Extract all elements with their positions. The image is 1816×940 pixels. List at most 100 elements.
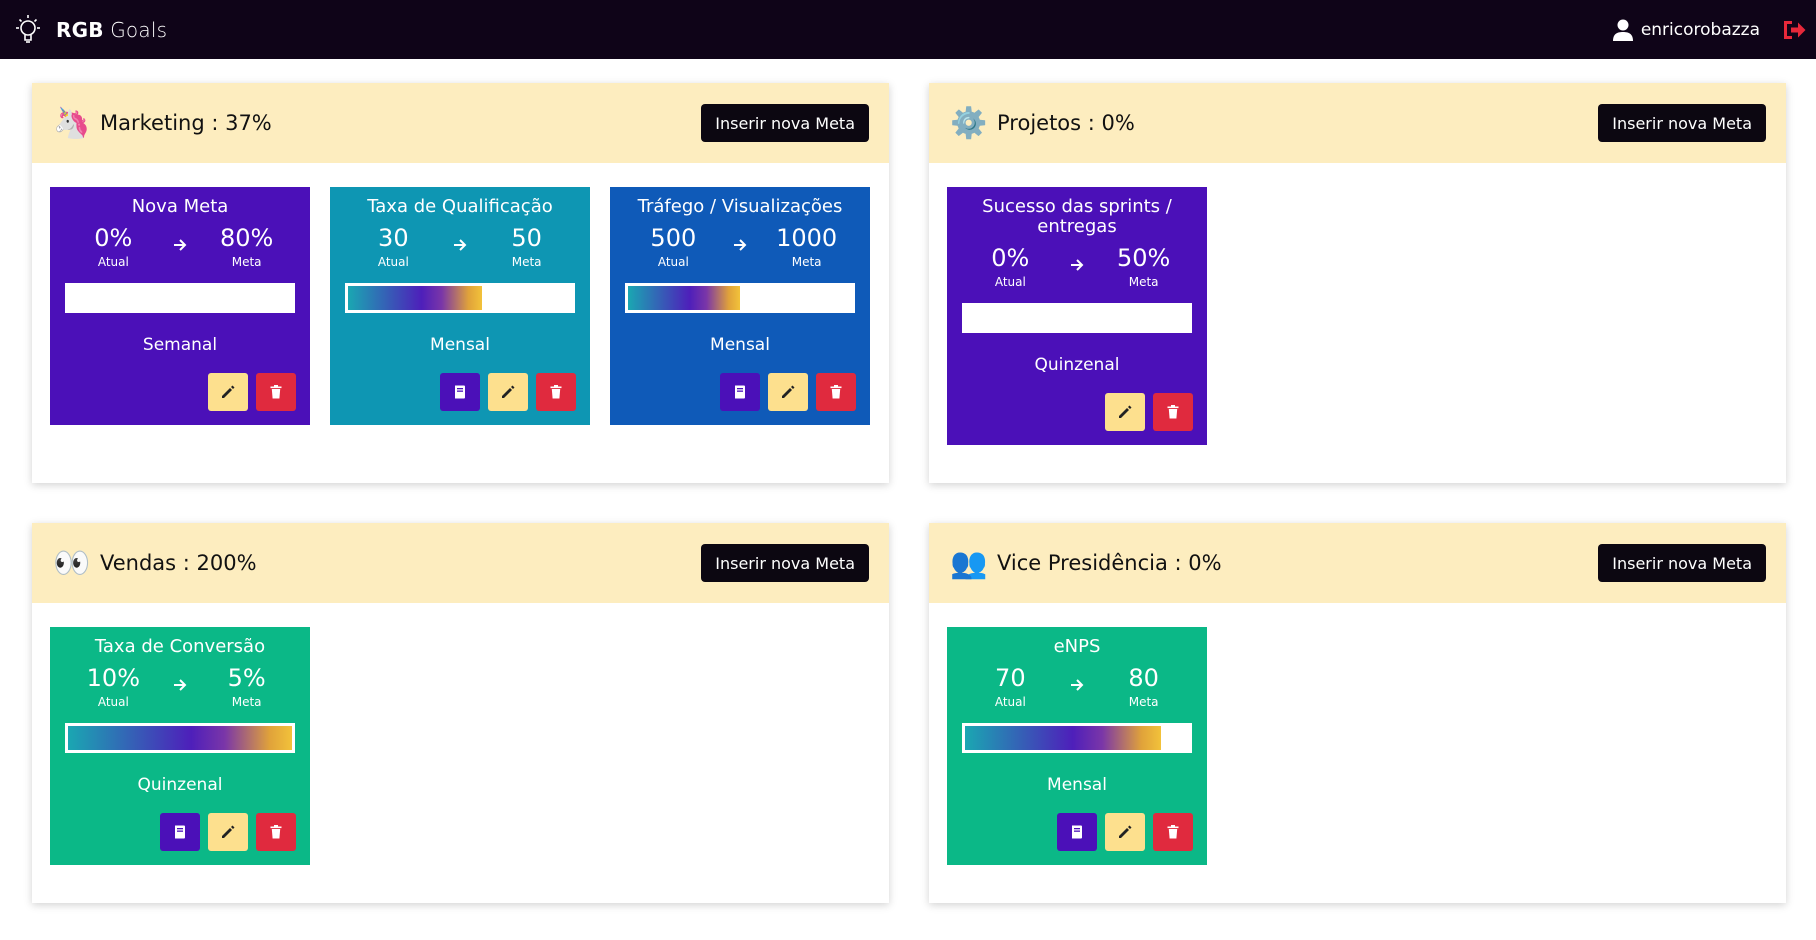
progress-bar (345, 283, 575, 313)
goal-actions (64, 373, 296, 411)
delete-button[interactable] (1153, 393, 1193, 431)
arrow-right-icon (732, 234, 748, 258)
pencil-icon (500, 384, 516, 400)
brand[interactable]: RGB Goals (10, 12, 167, 48)
eyes-icon: 👀 (53, 545, 91, 581)
goal-title: eNPS (1053, 636, 1101, 657)
goal-actions (961, 393, 1193, 431)
pencil-icon (220, 384, 236, 400)
edit-button[interactable] (1105, 813, 1145, 851)
progress-bar-fill (348, 286, 483, 310)
pencil-icon (1117, 404, 1133, 420)
goal-values: 30 Atual 50 Meta (344, 223, 576, 269)
goal-title: Taxa de Conversão (94, 636, 266, 657)
target-label: Meta (511, 255, 542, 269)
current-label: Atual (994, 275, 1026, 289)
username[interactable]: enricorobazza (1641, 20, 1760, 40)
current-value-group: 30 Atual (353, 223, 433, 269)
target-label: Meta (231, 255, 262, 269)
goal-title: Tráfego / Visualizações (637, 196, 843, 217)
arrow-right-icon (172, 234, 188, 258)
current-value-group: 500 Atual (633, 223, 713, 269)
edit-button[interactable] (1105, 393, 1145, 431)
goal-card: Nova Meta 0% Atual 80% Meta Semanal (50, 187, 310, 425)
goal-title: Nova Meta (131, 196, 229, 217)
progress-bar (65, 723, 295, 753)
edit-button[interactable] (208, 373, 248, 411)
progress-bar-fill (628, 286, 740, 310)
trash-icon (548, 384, 564, 400)
current-value: 0% (991, 244, 1030, 272)
current-label: Atual (97, 255, 129, 269)
pencil-icon (220, 824, 236, 840)
edit-button[interactable] (488, 373, 528, 411)
delete-button[interactable] (536, 373, 576, 411)
brand-name: RGB Goals (56, 17, 168, 42)
panel-title-text: Projetos : 0% (997, 111, 1135, 135)
goal-values: 0% Atual 50% Meta (961, 243, 1193, 289)
goal-card: Taxa de Conversão 10% Atual 5% Meta Quinzenal (50, 627, 310, 865)
target-value-group: 80 Meta (1104, 663, 1184, 709)
progress-bar (625, 283, 855, 313)
details-button[interactable] (160, 813, 200, 851)
panel-title-text: Marketing : 37% (100, 111, 272, 135)
current-label: Atual (657, 255, 689, 269)
panel-projetos: ⚙️ Projetos : 0% Inserir nova Meta Suces… (929, 83, 1786, 483)
delete-button[interactable] (1153, 813, 1193, 851)
panel-title-text: Vice Presidência : 0% (997, 551, 1222, 575)
target-value: 5% (227, 664, 266, 692)
target-label: Meta (791, 255, 822, 269)
current-value-group: 0% Atual (970, 243, 1050, 289)
book-icon (172, 824, 188, 840)
panel-title: 👀 Vendas : 200% (52, 543, 257, 583)
current-value-group: 10% Atual (73, 663, 153, 709)
current-label: Atual (994, 695, 1026, 709)
delete-button[interactable] (816, 373, 856, 411)
insert-goal-button[interactable]: Inserir nova Meta (1598, 544, 1766, 582)
gear-icon: ⚙️ (950, 105, 988, 141)
progress-bar-fill (68, 726, 292, 750)
insert-goal-button[interactable]: Inserir nova Meta (1598, 104, 1766, 142)
target-value: 50% (1116, 244, 1171, 272)
goal-values: 70 Atual 80 Meta (961, 663, 1193, 709)
progress-bar (962, 303, 1192, 333)
target-value-group: 80% Meta (207, 223, 287, 269)
navbar: RGB Goals enricorobazza (0, 0, 1816, 59)
people-icon: 👥 (950, 545, 988, 581)
edit-button[interactable] (768, 373, 808, 411)
arrow-right-icon (1069, 254, 1085, 278)
target-label: Meta (231, 695, 262, 709)
panel-marketing: 🦄 Marketing : 37% Inserir nova Meta Nova… (32, 83, 889, 483)
edit-button[interactable] (208, 813, 248, 851)
panel-header: 👀 Vendas : 200% Inserir nova Meta (32, 523, 889, 603)
details-button[interactable] (1057, 813, 1097, 851)
insert-goal-button[interactable]: Inserir nova Meta (701, 104, 869, 142)
panel-title-text: Vendas : 200% (100, 551, 257, 575)
insert-goal-button[interactable]: Inserir nova Meta (701, 544, 869, 582)
logout-icon[interactable] (1782, 19, 1806, 41)
book-icon (452, 384, 468, 400)
progress-bar-fill (965, 726, 1161, 750)
book-icon (732, 384, 748, 400)
current-value: 500 (650, 224, 697, 252)
goal-values: 0% Atual 80% Meta (64, 223, 296, 269)
arrow-right-icon (172, 674, 188, 698)
current-label: Atual (377, 255, 409, 269)
target-value-group: 50% Meta (1104, 243, 1184, 289)
target-value-group: 5% Meta (207, 663, 287, 709)
target-value-group: 50 Meta (487, 223, 567, 269)
goal-card: Sucesso das sprints / entregas 0% Atual 50%… (947, 187, 1207, 445)
panel-header: ⚙️ Projetos : 0% Inserir nova Meta (929, 83, 1786, 163)
user-icon (1612, 19, 1633, 41)
book-icon (1069, 824, 1085, 840)
panel-body: eNPS 70 Atual 80 Meta Mensal (929, 603, 1786, 903)
goal-title: Sucesso das sprints / entregas (982, 196, 1172, 237)
nav-user-area: enricorobazza (1612, 19, 1806, 41)
details-button[interactable] (720, 373, 760, 411)
goal-actions (64, 813, 296, 851)
delete-button[interactable] (256, 373, 296, 411)
delete-button[interactable] (256, 813, 296, 851)
unicorn-icon: 🦄 (53, 105, 91, 141)
target-value: 50 (511, 224, 542, 252)
details-button[interactable] (440, 373, 480, 411)
